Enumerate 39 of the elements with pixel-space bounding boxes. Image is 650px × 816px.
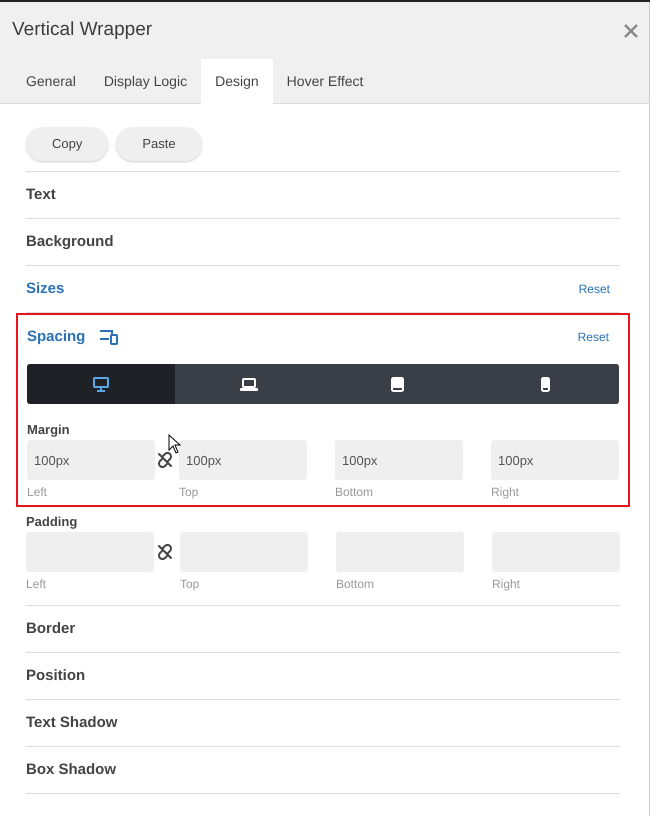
section-title[interactable]: Spacing xyxy=(27,326,86,348)
section-title[interactable]: Text xyxy=(26,184,56,206)
value-field[interactable]: 100px xyxy=(179,440,307,480)
field-label: Left xyxy=(26,576,48,591)
phone-icon xyxy=(540,376,550,392)
section-title[interactable]: Sizes xyxy=(26,278,64,300)
field-label: Bottom xyxy=(336,576,376,591)
unlink-icon[interactable] xyxy=(156,452,172,468)
section-title[interactable]: Box Shadow xyxy=(26,758,116,782)
cursor-icon xyxy=(168,434,181,454)
reset-link[interactable]: Reset xyxy=(578,280,610,298)
devices-icon[interactable] xyxy=(99,329,120,345)
section-title[interactable]: Text Shadow xyxy=(26,712,118,734)
tab[interactable]: Display Logic xyxy=(90,59,202,104)
field-label: Top xyxy=(180,576,200,591)
group-label: Margin xyxy=(27,421,71,439)
clipboard-button[interactable]: Copy xyxy=(26,127,108,161)
laptop-icon xyxy=(240,378,258,390)
value-field[interactable]: 100px xyxy=(491,440,619,480)
section-title[interactable]: Border xyxy=(26,618,76,640)
tab[interactable]: Design xyxy=(201,59,273,104)
field-label: Right xyxy=(491,484,520,499)
tab[interactable]: General xyxy=(12,59,90,104)
field-label: Left xyxy=(27,484,48,499)
desktop-icon xyxy=(93,376,109,392)
clipboard-button[interactable]: Paste xyxy=(116,127,202,161)
section-title[interactable]: Position xyxy=(26,664,86,688)
section-title[interactable]: Background xyxy=(26,230,114,254)
field-label: Right xyxy=(492,576,522,591)
group-label: Padding xyxy=(26,513,78,531)
value-field[interactable]: 100px xyxy=(27,440,155,480)
tablet-icon xyxy=(390,376,404,392)
value-field[interactable]: 100px xyxy=(335,440,463,480)
field-label: Top xyxy=(179,484,200,499)
unlink-icon[interactable] xyxy=(156,544,172,560)
reset-link[interactable]: Reset xyxy=(578,328,609,346)
tab[interactable]: Hover Effect xyxy=(272,59,378,104)
field-label: Bottom xyxy=(335,484,374,499)
window-title: Vertical Wrapper xyxy=(12,18,152,42)
